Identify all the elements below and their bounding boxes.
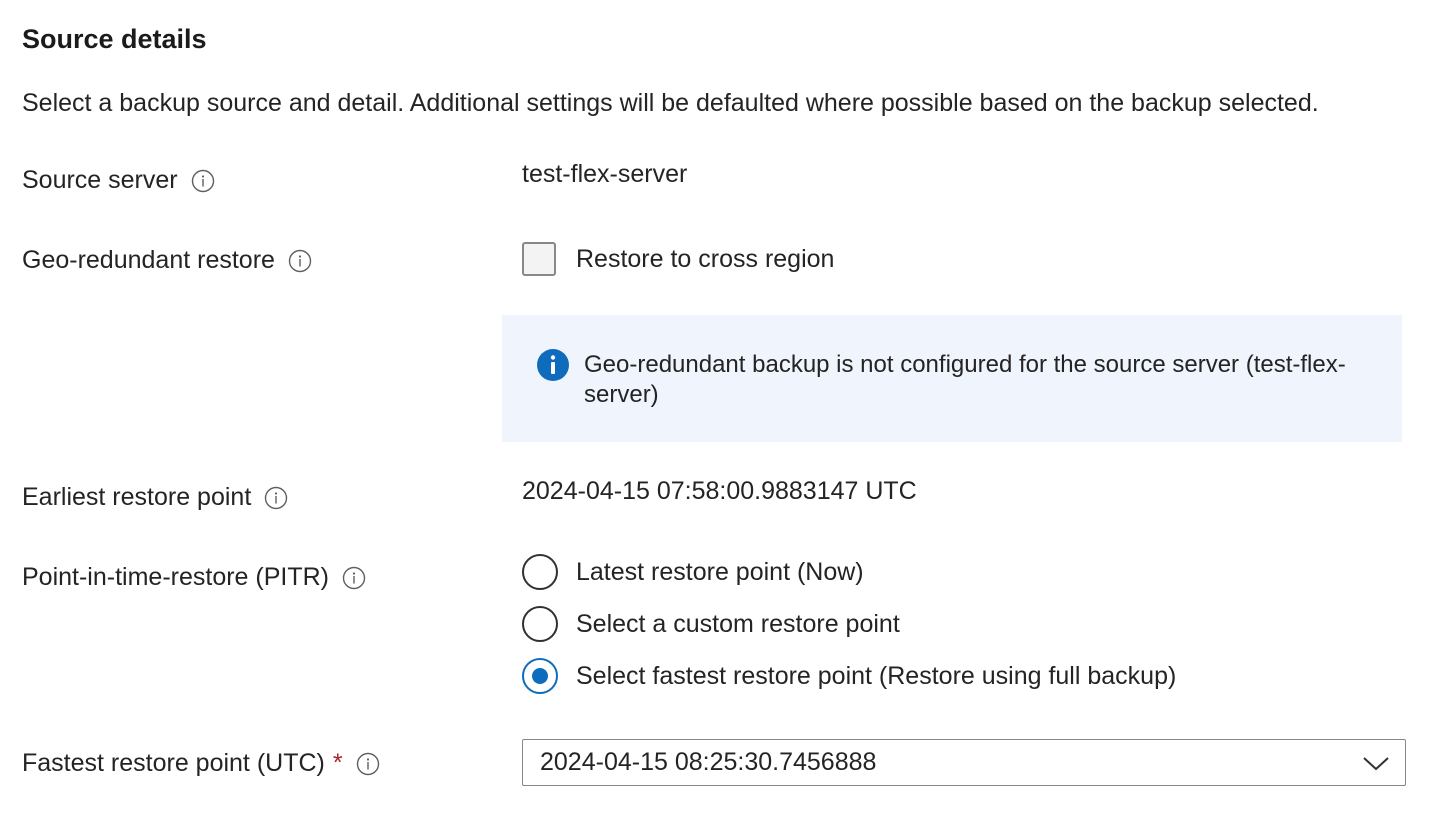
fastest-restore-label: Fastest restore point (UTC) <box>22 749 325 777</box>
radio-custom-restore-point[interactable]: Select a custom restore point <box>522 606 900 642</box>
geo-redundant-label-row: Geo-redundant restore <box>22 246 313 275</box>
source-server-label: Source server <box>22 166 178 194</box>
info-banner: Geo-redundant backup is not configured f… <box>502 315 1402 442</box>
dropdown-selected-value: 2024-04-15 08:25:30.7456888 <box>540 748 877 776</box>
info-icon[interactable] <box>263 485 289 511</box>
section-description: Select a backup source and detail. Addit… <box>22 89 1319 117</box>
info-icon[interactable] <box>190 168 216 194</box>
chevron-down-icon[interactable] <box>1361 753 1391 773</box>
checkbox-label: Restore to cross region <box>576 244 835 273</box>
checkbox-box[interactable] <box>522 242 556 276</box>
info-icon[interactable] <box>287 248 313 274</box>
fastest-restore-dropdown[interactable]: 2024-04-15 08:25:30.7456888 <box>522 739 1406 786</box>
geo-redundant-label: Geo-redundant restore <box>22 246 275 274</box>
source-server-label-row: Source server <box>22 166 216 195</box>
info-icon[interactable] <box>341 565 367 591</box>
radio-label: Select a custom restore point <box>576 609 900 638</box>
radio-latest-restore-point[interactable]: Latest restore point (Now) <box>522 554 864 590</box>
required-marker: * <box>332 749 343 777</box>
radio-button[interactable] <box>522 606 558 642</box>
radio-fastest-restore-point[interactable]: Select fastest restore point (Restore us… <box>522 658 1176 694</box>
radio-button[interactable] <box>522 554 558 590</box>
pitr-label: Point-in-time-restore (PITR) <box>22 563 329 591</box>
earliest-restore-value: 2024-04-15 07:58:00.9883147 UTC <box>522 477 917 505</box>
info-icon[interactable] <box>355 751 381 777</box>
restore-cross-region-checkbox[interactable]: Restore to cross region <box>522 242 834 276</box>
pitr-label-row: Point-in-time-restore (PITR) <box>22 563 367 592</box>
radio-button-selected[interactable] <box>522 658 558 694</box>
info-filled-icon <box>537 349 569 381</box>
radio-label: Select fastest restore point (Restore us… <box>576 661 1177 690</box>
fastest-restore-label-row: Fastest restore point (UTC) * <box>22 749 381 778</box>
info-banner-message: Geo-redundant backup is not configured f… <box>584 351 1346 408</box>
earliest-restore-label: Earliest restore point <box>22 483 252 511</box>
radio-label: Latest restore point (Now) <box>576 557 864 586</box>
section-title: Source details <box>22 24 207 54</box>
source-server-value: test-flex-server <box>522 160 688 188</box>
earliest-restore-label-row: Earliest restore point <box>22 483 289 512</box>
